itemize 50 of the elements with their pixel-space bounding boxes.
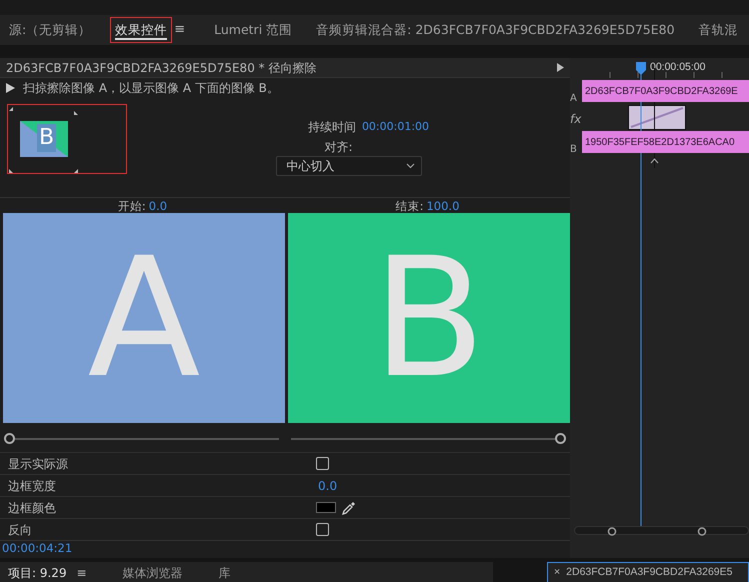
- panel-tab[interactable]: 源:（无剪辑）: [4, 16, 96, 44]
- scrollbar[interactable]: [574, 526, 749, 535]
- property-label: 边框宽度: [7, 478, 57, 494]
- timeline-clip[interactable]: 1950F35FEF58E2D1373E6ACA0: [582, 131, 749, 153]
- property-value[interactable]: 0.0: [318, 476, 338, 494]
- checkbox[interactable]: [316, 523, 329, 536]
- end-label: 结束:: [396, 198, 424, 213]
- preview-a: A: [3, 213, 285, 423]
- caret-icon[interactable]: [650, 158, 659, 164]
- start-value[interactable]: 0.0: [148, 198, 168, 213]
- duration-value[interactable]: 00:00:01:00: [362, 118, 430, 136]
- end-value[interactable]: 100.0: [426, 198, 460, 213]
- color-swatch[interactable]: [316, 502, 336, 513]
- slider-thumb[interactable]: [4, 433, 15, 444]
- fx-label: fx: [570, 111, 582, 128]
- track-label: A: [570, 92, 577, 106]
- ruler-time: 00:00:05:00: [650, 60, 706, 75]
- panel-tab[interactable]: 媒体浏览器: [122, 564, 183, 582]
- panel-tab[interactable]: 音轨混: [694, 16, 743, 44]
- panel-tab[interactable]: 项目: 9.29: [8, 564, 67, 582]
- menu-icon[interactable]: ≡: [174, 20, 186, 40]
- eyedropper-icon[interactable]: [342, 500, 356, 514]
- property-label: 边框颜色: [7, 500, 57, 516]
- panel-tab[interactable]: Lumetri 范围: [209, 16, 298, 44]
- transition-thumbnail[interactable]: B: [7, 104, 127, 174]
- transition-clip[interactable]: [628, 105, 686, 130]
- track-label: B: [570, 143, 577, 157]
- timeline-clip[interactable]: 2D63FCB7F0A3F9CBD2FA3269E: [582, 80, 749, 102]
- slider-thumb[interactable]: [555, 433, 566, 444]
- checkbox[interactable]: [316, 457, 329, 470]
- preview-b: B: [288, 213, 570, 423]
- panel-tab[interactable]: 库: [218, 564, 231, 582]
- chevron-icon[interactable]: [406, 163, 414, 169]
- property-label: 反向: [7, 522, 33, 538]
- alignment-label: 对齐:: [324, 139, 353, 156]
- close-button[interactable]: ×: [554, 565, 560, 581]
- panel-tab[interactable]: 效果控件: [110, 16, 172, 44]
- duration-label: 持续时间: [308, 119, 356, 136]
- thumbnail-letter: B: [37, 124, 56, 152]
- effect-description: 扫掠擦除图像 A，以显示图像 A 下面的图像 B。: [23, 80, 279, 97]
- panel-tab[interactable]: 音频剪辑混合器: 2D63FCB7F0A3F9CBD2FA3269E5D75E80: [311, 16, 680, 44]
- play-icon[interactable]: [557, 63, 564, 72]
- sequence-tab[interactable]: 2D63FCB7F0A3F9CBD2FA3269E5: [566, 565, 732, 581]
- effect-header-text: 2D63FCB7F0A3F9CBD2FA3269E5D75E80 * 径向擦除: [6, 60, 316, 76]
- play-icon[interactable]: [6, 83, 15, 93]
- menu-icon[interactable]: ≡: [76, 564, 87, 582]
- start-label: 开始:: [118, 198, 146, 213]
- timecode[interactable]: 00:00:04:21: [2, 540, 72, 558]
- alignment-dropdown[interactable]: 中心切入: [276, 156, 422, 176]
- property-label: 显示实际源: [7, 456, 69, 472]
